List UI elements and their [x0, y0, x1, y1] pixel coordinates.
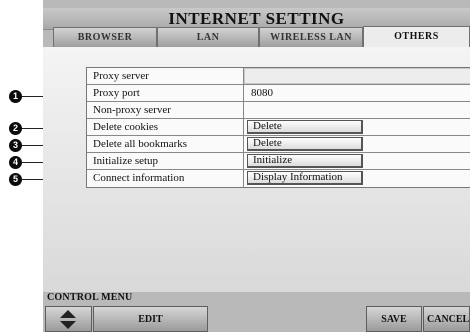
callout-1-marker: 1 — [9, 90, 22, 103]
tab-wireless-lan[interactable]: WIRELESS LAN — [259, 27, 363, 47]
internet-setting-screen: INTERNET SETTING BROWSER LAN WIRELESS LA… — [43, 0, 470, 332]
row-delete-bookmarks: Delete all bookmarks Delete — [87, 136, 470, 153]
row-proxy-server: Proxy server — [87, 68, 470, 85]
delete-cookies-label: Delete cookies — [93, 121, 159, 133]
non-proxy-server-label: Non-proxy server — [93, 104, 171, 116]
control-menu-label: CONTROL MENU — [47, 292, 133, 303]
display-information-button[interactable]: Display Information — [247, 171, 363, 185]
proxy-port-field[interactable]: 8080 — [244, 85, 470, 101]
delete-cookies-button[interactable]: Delete — [247, 120, 363, 134]
row-non-proxy-server: Non-proxy server — [87, 102, 470, 119]
delete-bookmarks-button[interactable]: Delete — [247, 137, 363, 151]
callout-5-marker: 5 — [9, 173, 22, 186]
row-proxy-port: Proxy port 8080 — [87, 85, 470, 102]
connect-information-label: Connect information — [93, 172, 185, 184]
initialize-button[interactable]: Initialize — [247, 154, 363, 168]
arrow-up-icon — [60, 310, 76, 318]
row-delete-cookies: Delete cookies Delete — [87, 119, 470, 136]
callout-3-marker: 3 — [9, 139, 22, 152]
non-proxy-server-field[interactable] — [244, 102, 470, 118]
callout-4-marker: 4 — [9, 156, 22, 169]
arrow-down-icon — [60, 321, 76, 329]
cancel-button[interactable]: CANCEL — [423, 306, 470, 332]
proxy-server-field[interactable] — [244, 68, 470, 84]
delete-bookmarks-label: Delete all bookmarks — [93, 138, 188, 150]
row-connect-information: Connect information Display Information — [87, 170, 470, 187]
edit-button[interactable]: EDIT — [93, 306, 208, 332]
proxy-port-value: 8080 — [251, 87, 273, 99]
scroll-up-down-button[interactable] — [45, 306, 92, 332]
settings-panel: Proxy server Proxy port 8080 Non-proxy s… — [43, 47, 470, 292]
tab-others[interactable]: OTHERS — [363, 26, 470, 48]
tab-lan[interactable]: LAN — [157, 27, 259, 47]
tab-browser[interactable]: BROWSER — [53, 27, 157, 47]
proxy-port-label: Proxy port — [93, 87, 140, 99]
proxy-server-label: Proxy server — [93, 70, 149, 82]
row-initialize-setup: Initialize setup Initialize — [87, 153, 470, 170]
callout-2-marker: 2 — [9, 122, 22, 135]
initialize-setup-label: Initialize setup — [93, 155, 159, 167]
save-button[interactable]: SAVE — [366, 306, 422, 332]
settings-table: Proxy server Proxy port 8080 Non-proxy s… — [86, 67, 470, 188]
